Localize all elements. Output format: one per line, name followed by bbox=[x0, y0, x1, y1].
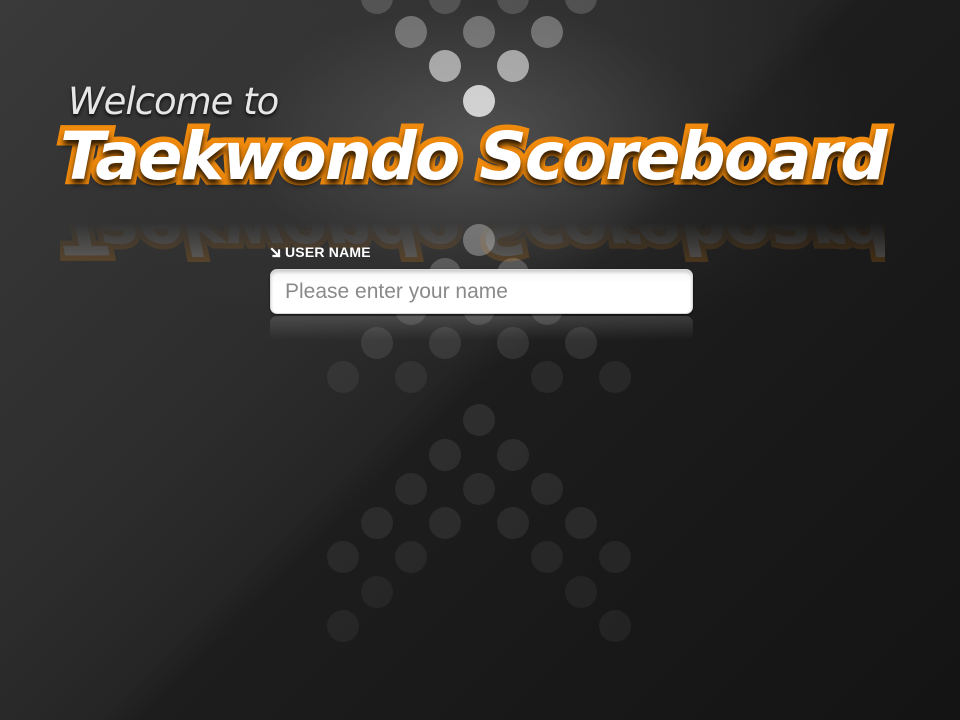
background-dot bbox=[395, 361, 427, 393]
background-dot bbox=[463, 16, 495, 48]
arrow-down-right-icon bbox=[270, 246, 281, 258]
background-dot bbox=[395, 16, 427, 48]
background-dot bbox=[565, 507, 597, 539]
username-field-container bbox=[270, 269, 693, 314]
background-dot bbox=[463, 85, 495, 117]
background-dot bbox=[531, 16, 563, 48]
background-dot bbox=[361, 576, 393, 608]
background-dot bbox=[599, 541, 631, 573]
background-dot bbox=[361, 507, 393, 539]
background-dot bbox=[429, 507, 461, 539]
background-dot bbox=[565, 576, 597, 608]
background-dot bbox=[395, 473, 427, 505]
background-dot bbox=[497, 0, 529, 14]
background-dot bbox=[599, 610, 631, 642]
username-input[interactable] bbox=[270, 269, 693, 314]
background-dot bbox=[463, 404, 495, 436]
background-dot bbox=[531, 541, 563, 573]
background-dot bbox=[361, 0, 393, 14]
background-dot bbox=[463, 473, 495, 505]
welcome-text: Welcome to bbox=[68, 80, 279, 123]
username-label: USER NAME bbox=[270, 244, 371, 260]
app-title-reflection: Taekwondo Scoreboard bbox=[55, 186, 891, 274]
background-dot bbox=[429, 0, 461, 14]
background-dot bbox=[531, 361, 563, 393]
background-dot bbox=[531, 473, 563, 505]
background-dot bbox=[327, 541, 359, 573]
username-field-reflection bbox=[270, 316, 693, 340]
background-dot bbox=[497, 50, 529, 82]
background-dot bbox=[497, 439, 529, 471]
background-dot bbox=[599, 361, 631, 393]
background-dot bbox=[327, 610, 359, 642]
background-dot bbox=[565, 0, 597, 14]
background-dot bbox=[429, 50, 461, 82]
app-title: Taekwondo Scoreboard bbox=[54, 118, 892, 195]
background-dot bbox=[395, 541, 427, 573]
background-dot bbox=[497, 507, 529, 539]
background-dot bbox=[327, 361, 359, 393]
background-dot bbox=[429, 439, 461, 471]
login-screen: Welcome to Taekwondo Scoreboard Taekwond… bbox=[0, 0, 960, 720]
username-label-text: USER NAME bbox=[285, 244, 371, 260]
